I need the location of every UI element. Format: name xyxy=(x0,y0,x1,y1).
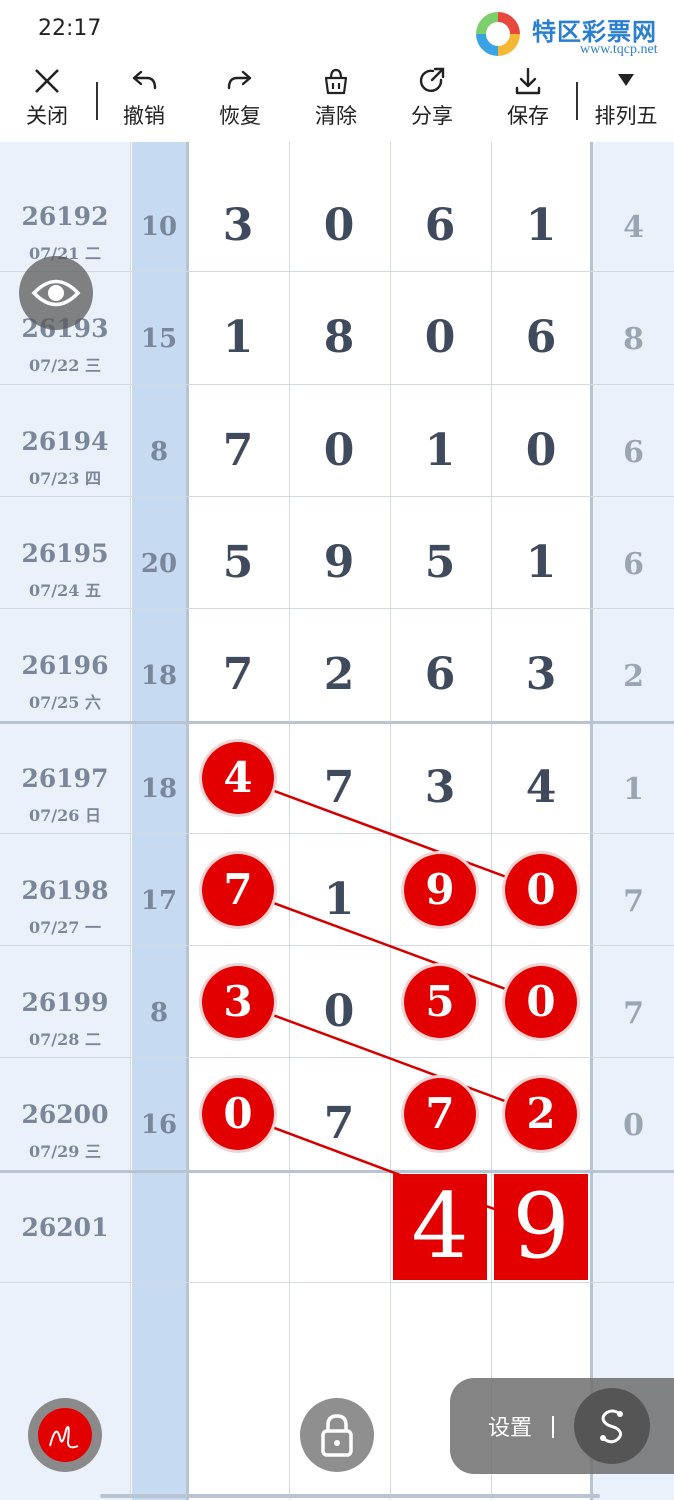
highlighted-digit-ball[interactable]: 2 xyxy=(505,1078,577,1151)
share-label: 分享 xyxy=(411,104,453,128)
lock-button[interactable] xyxy=(300,1398,374,1472)
settings-s-button[interactable] xyxy=(574,1388,650,1464)
highlighted-digit-ball[interactable]: 9 xyxy=(404,853,476,926)
settings-panel[interactable]: 设置 xyxy=(450,1378,674,1474)
undo-icon xyxy=(132,70,157,90)
save-button[interactable]: 保存 xyxy=(488,66,568,138)
connection-line xyxy=(237,888,542,1004)
highlighted-digit-ball[interactable]: 4 xyxy=(202,741,274,814)
highlighted-digit-ball[interactable]: 7 xyxy=(202,853,274,926)
save-icon xyxy=(515,67,541,95)
save-label: 保存 xyxy=(507,104,549,128)
eye-icon xyxy=(31,279,81,307)
settings-divider xyxy=(552,1416,554,1438)
visibility-toggle-button[interactable] xyxy=(19,256,93,330)
close-button[interactable]: 关闭 xyxy=(7,66,87,138)
watermark-logo-icon xyxy=(476,12,520,56)
redo-label: 恢复 xyxy=(219,104,261,128)
status-time: 22:17 xyxy=(38,16,102,41)
connection-line xyxy=(237,776,542,891)
undo-button[interactable]: 撤销 xyxy=(104,66,184,138)
highlighted-digit-ball[interactable]: 0 xyxy=(202,1078,274,1151)
clear-button[interactable]: 清除 xyxy=(296,66,376,138)
clear-icon xyxy=(324,68,348,95)
watermark: 特区彩票网 www.tqcp.net xyxy=(476,10,672,60)
highlighted-digit-ball[interactable]: 5 xyxy=(404,966,476,1039)
share-icon xyxy=(419,67,445,92)
toolbar-divider xyxy=(576,82,578,120)
toolbar-divider xyxy=(96,82,98,120)
lock-icon xyxy=(321,1414,353,1457)
lottery-type-dropdown[interactable]: 排列五 xyxy=(586,66,666,138)
redo-button[interactable]: 恢复 xyxy=(200,66,280,138)
settings-s-icon xyxy=(600,1409,623,1444)
close-label: 关闭 xyxy=(26,104,68,128)
pen-icon xyxy=(49,1426,79,1449)
undo-label: 撤销 xyxy=(123,104,165,128)
settings-label[interactable]: 设置 xyxy=(488,1410,532,1442)
horizontal-scrollbar[interactable] xyxy=(100,1494,600,1498)
status-bar: 22:17 特区彩票网 www.tqcp.net xyxy=(0,0,674,60)
watermark-url: www.tqcp.net xyxy=(580,42,658,57)
trend-chart-grid[interactable]: 2619207/21 二10306142619307/22 三151806826… xyxy=(0,142,674,1500)
prediction-box[interactable]: 4 xyxy=(393,1173,487,1280)
connection-line xyxy=(237,1000,542,1116)
lottery-type-label: 排列五 xyxy=(594,104,658,128)
pen-tool-button[interactable] xyxy=(28,1398,102,1472)
toolbar: 关闭 撤销 恢复 清除 分享 保存 排列五 xyxy=(0,60,674,142)
highlighted-digit-ball[interactable]: 3 xyxy=(202,966,274,1039)
highlighted-digit-ball[interactable]: 7 xyxy=(404,1078,476,1151)
dropdown-icon xyxy=(618,74,634,86)
connection-lines xyxy=(237,776,542,1212)
highlighted-digit-ball[interactable]: 0 xyxy=(505,966,577,1039)
highlighted-digit-ball[interactable]: 0 xyxy=(505,853,577,926)
close-icon xyxy=(35,69,59,93)
prediction-box[interactable]: 9 xyxy=(494,1173,588,1280)
pen-tool-inner xyxy=(38,1408,92,1462)
share-button[interactable]: 分享 xyxy=(392,66,472,138)
redo-icon xyxy=(227,70,252,90)
clear-label: 清除 xyxy=(315,104,357,128)
